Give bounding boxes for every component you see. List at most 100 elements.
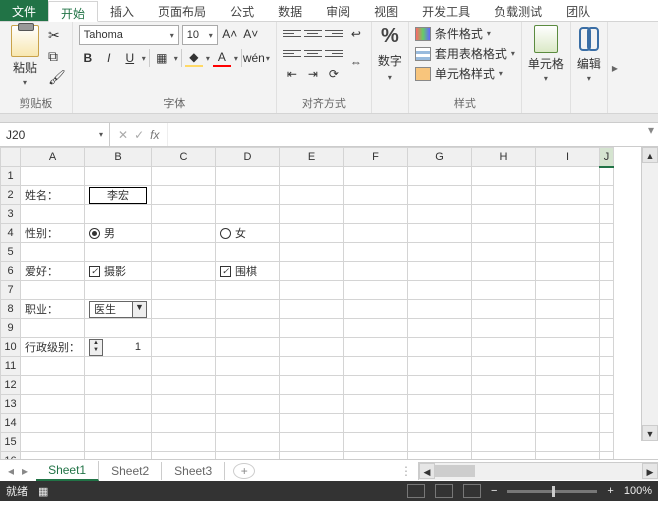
border-button[interactable]: ▦ xyxy=(153,49,171,67)
tab-loadtest[interactable]: 负载测试 xyxy=(482,0,554,21)
row-header[interactable]: 15 xyxy=(1,433,21,452)
font-size-select[interactable]: 10▾ xyxy=(182,25,218,45)
row-header[interactable]: 14 xyxy=(1,414,21,433)
chevron-down-icon[interactable]: ▾ xyxy=(206,54,210,63)
select-all-corner[interactable] xyxy=(1,148,21,167)
row-header[interactable]: 1 xyxy=(1,167,21,186)
merge-center-icon[interactable]: ⇔ xyxy=(347,53,365,71)
ribbon-scroll-right[interactable]: ▸ xyxy=(608,22,622,113)
cut-icon[interactable]: ✂ xyxy=(48,27,66,44)
cells-button[interactable]: 单元格 ▾ xyxy=(528,25,564,83)
col-header-j[interactable]: J xyxy=(600,148,614,167)
increase-indent-icon[interactable]: ⇥ xyxy=(304,65,322,83)
paste-button[interactable]: 粘贴 ▾ xyxy=(6,25,44,87)
align-right-icon[interactable] xyxy=(325,45,343,61)
sheet-tab-1[interactable]: Sheet1 xyxy=(36,461,99,481)
col-header-i[interactable]: I xyxy=(536,148,600,167)
phonetic-button[interactable]: wén xyxy=(245,49,263,67)
spin-down-icon[interactable]: ▼ xyxy=(90,347,102,355)
scroll-down-icon[interactable]: ▼ xyxy=(642,425,658,441)
col-header-b[interactable]: B xyxy=(85,148,152,167)
chevron-down-icon[interactable]: ▾ xyxy=(266,54,270,63)
cell-rank-label[interactable]: 行政级别： xyxy=(21,338,85,357)
radio-female[interactable]: 女 xyxy=(220,225,275,241)
percent-icon[interactable]: % xyxy=(381,25,399,48)
cell-sex-label[interactable]: 性别： xyxy=(21,224,85,243)
number-format-button[interactable]: 数字 xyxy=(378,52,402,69)
spin-up-icon[interactable]: ▲ xyxy=(90,340,102,348)
decrease-font-icon[interactable]: A˅ xyxy=(242,25,260,43)
cancel-entry-icon[interactable]: ✕ xyxy=(118,128,128,142)
row-header[interactable]: 7 xyxy=(1,281,21,300)
zoom-out-button[interactable]: − xyxy=(491,485,497,497)
normal-view-icon[interactable] xyxy=(407,484,425,498)
zoom-in-button[interactable]: + xyxy=(607,485,613,497)
align-left-icon[interactable] xyxy=(283,45,301,61)
name-box[interactable]: J20▾ xyxy=(0,123,110,146)
sheet-tab-3[interactable]: Sheet3 xyxy=(162,462,225,480)
orientation-icon[interactable]: ⟳ xyxy=(325,65,343,83)
tab-review[interactable]: 审阅 xyxy=(314,0,362,21)
page-break-view-icon[interactable] xyxy=(463,484,481,498)
scroll-right-icon[interactable]: ▶ xyxy=(642,463,658,479)
col-header-g[interactable]: G xyxy=(408,148,472,167)
zoom-level[interactable]: 100% xyxy=(624,485,652,497)
expand-formula-bar[interactable]: ▾ xyxy=(644,123,658,146)
row-header[interactable]: 5 xyxy=(1,243,21,262)
chevron-down-icon[interactable]: ▾ xyxy=(388,73,392,82)
copy-icon[interactable]: ⧉ xyxy=(48,48,66,65)
wrap-text-icon[interactable]: ↩ xyxy=(347,25,365,43)
underline-button[interactable]: U xyxy=(121,49,139,67)
job-combobox[interactable]: 医生▼ xyxy=(89,301,147,318)
tab-developer[interactable]: 开发工具 xyxy=(410,0,482,21)
italic-button[interactable]: I xyxy=(100,49,118,67)
fill-color-button[interactable]: ◆ xyxy=(185,49,203,67)
row-header[interactable]: 11 xyxy=(1,357,21,376)
increase-font-icon[interactable]: A˄ xyxy=(221,25,239,43)
formula-input[interactable] xyxy=(168,123,644,146)
align-middle-icon[interactable] xyxy=(304,25,322,41)
cell-style-button[interactable]: 单元格样式▾ xyxy=(415,65,515,82)
chevron-down-icon[interactable]: ▾ xyxy=(142,54,146,63)
row-header[interactable]: 10 xyxy=(1,338,21,357)
tab-formulas[interactable]: 公式 xyxy=(218,0,266,21)
tab-home[interactable]: 开始 xyxy=(48,1,98,22)
col-header-d[interactable]: D xyxy=(216,148,280,167)
col-header-e[interactable]: E xyxy=(280,148,344,167)
tab-page-layout[interactable]: 页面布局 xyxy=(146,0,218,21)
font-name-select[interactable]: Tahoma▾ xyxy=(79,25,179,45)
table-format-button[interactable]: 套用表格格式▾ xyxy=(415,45,515,62)
col-header-a[interactable]: A xyxy=(21,148,85,167)
edit-button[interactable]: 编辑 ▾ xyxy=(577,25,601,83)
align-top-icon[interactable] xyxy=(283,25,301,41)
row-header[interactable]: 16 xyxy=(1,452,21,460)
macro-record-icon[interactable]: ▦ xyxy=(38,485,48,498)
checkbox-go[interactable]: ✓围棋 xyxy=(220,263,275,279)
col-header-f[interactable]: F xyxy=(344,148,408,167)
chevron-down-icon[interactable]: ▾ xyxy=(234,54,238,63)
sheet-nav-prev[interactable]: ◂ xyxy=(8,464,14,478)
tab-view[interactable]: 视图 xyxy=(362,0,410,21)
checkbox-photo[interactable]: ✓摄影 xyxy=(89,263,147,279)
row-header[interactable]: 2 xyxy=(1,186,21,205)
tab-data[interactable]: 数据 xyxy=(266,0,314,21)
vertical-scrollbar[interactable]: ▲ ▼ xyxy=(641,147,658,441)
tab-file[interactable]: 文件 xyxy=(0,0,48,21)
add-sheet-button[interactable]: + xyxy=(233,463,255,479)
radio-male[interactable]: 男 xyxy=(89,225,147,241)
format-painter-icon[interactable]: 🖌 xyxy=(48,69,66,86)
page-layout-view-icon[interactable] xyxy=(435,484,453,498)
sheet-tab-2[interactable]: Sheet2 xyxy=(99,462,162,480)
rank-spinner[interactable]: ▲▼1 xyxy=(89,339,147,356)
cell-name-label[interactable]: 姓名： xyxy=(21,186,85,205)
tab-insert[interactable]: 插入 xyxy=(98,0,146,21)
tab-team[interactable]: 团队 xyxy=(554,0,602,21)
row-header[interactable]: 4 xyxy=(1,224,21,243)
bold-button[interactable]: B xyxy=(79,49,97,67)
chevron-down-icon[interactable]: ▾ xyxy=(174,54,178,63)
decrease-indent-icon[interactable]: ⇤ xyxy=(283,65,301,83)
col-header-h[interactable]: H xyxy=(472,148,536,167)
row-header[interactable]: 3 xyxy=(1,205,21,224)
name-input[interactable]: 李宏 xyxy=(89,187,147,204)
cell-job-label[interactable]: 职业： xyxy=(21,300,85,319)
